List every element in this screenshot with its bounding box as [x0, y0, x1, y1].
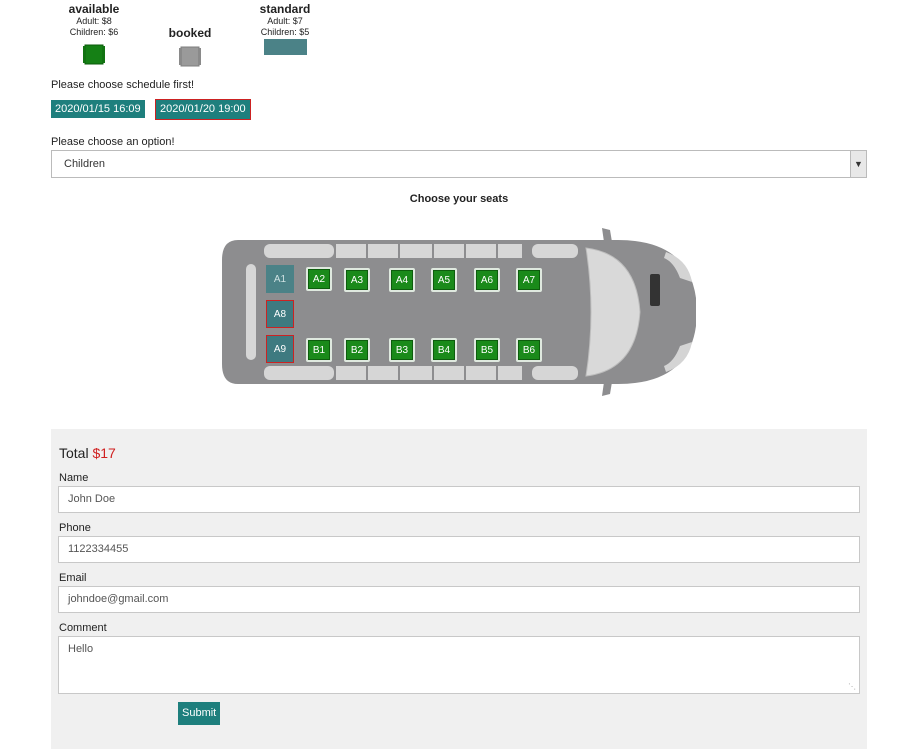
comment-label: Comment: [59, 622, 107, 634]
legend-standard-title: standard: [259, 2, 311, 16]
ticket-option-value: Children: [64, 158, 105, 170]
comment-text: Hello: [68, 643, 94, 655]
legend-available: available Adult: $8 Children: $6: [55, 3, 133, 38]
schedule-prompt: Please choose schedule first!: [51, 79, 195, 91]
submit-button[interactable]: Submit: [178, 702, 221, 725]
legend-standard-adult-price: Adult: $7: [267, 16, 303, 26]
booking-form-panel: Total $17 Name John Doe Phone 1122334455…: [51, 429, 867, 749]
name-label: Name: [59, 472, 89, 484]
email-label: Email: [59, 572, 87, 584]
legend-available-children-price: Children: $6: [69, 27, 119, 37]
total-line: Total $17: [59, 445, 116, 461]
standard-seat-swatch: [264, 39, 307, 55]
chevron-down-icon[interactable]: ▼: [850, 151, 866, 177]
legend-standard: standard Adult: $7 Children: $5: [254, 3, 316, 38]
legend-booked: booked: [160, 27, 220, 40]
name-field[interactable]: John Doe: [58, 486, 860, 513]
schedule-option-2[interactable]: 2020/01/20 19:00: [155, 99, 251, 120]
seat-a8[interactable]: A8: [266, 300, 294, 328]
seat-b6[interactable]: B6: [516, 338, 542, 362]
seat-b4[interactable]: B4: [431, 338, 457, 362]
legend-available-adult-price: Adult: $8: [76, 16, 112, 26]
ticket-option-select[interactable]: Children ▼: [51, 150, 867, 178]
available-seat-icon: [83, 44, 105, 65]
seat-a7[interactable]: A7: [516, 268, 542, 292]
seat-b5[interactable]: B5: [474, 338, 500, 362]
phone-label: Phone: [59, 522, 91, 534]
seat-a6[interactable]: A6: [474, 268, 500, 292]
seat-a2[interactable]: A2: [306, 267, 332, 291]
email-field[interactable]: johndoe@gmail.com: [58, 586, 860, 613]
comment-textarea[interactable]: Hello ⋱: [58, 636, 860, 694]
schedule-option-1[interactable]: 2020/01/15 16:09: [51, 100, 145, 118]
seat-a5[interactable]: A5: [431, 268, 457, 292]
seat-map-title: Choose your seats: [409, 193, 509, 205]
seat-a4[interactable]: A4: [389, 268, 415, 292]
option-prompt: Please choose an option!: [51, 136, 175, 148]
resize-grip-icon[interactable]: ⋱: [848, 682, 856, 691]
booked-seat-icon: [179, 46, 201, 67]
seat-a3[interactable]: A3: [344, 268, 370, 292]
seat-a9[interactable]: A9: [266, 335, 294, 363]
legend-standard-children-price: Children: $5: [260, 27, 310, 37]
total-amount: $17: [92, 445, 116, 461]
legend-booked-title: booked: [168, 26, 212, 40]
legend-available-title: available: [68, 2, 120, 16]
seat-b1[interactable]: B1: [306, 338, 332, 362]
seat-a1[interactable]: A1: [266, 265, 294, 293]
phone-field[interactable]: 1122334455: [58, 536, 860, 563]
seat-b3[interactable]: B3: [389, 338, 415, 362]
seat-b2[interactable]: B2: [344, 338, 370, 362]
total-label: Total: [59, 445, 89, 461]
